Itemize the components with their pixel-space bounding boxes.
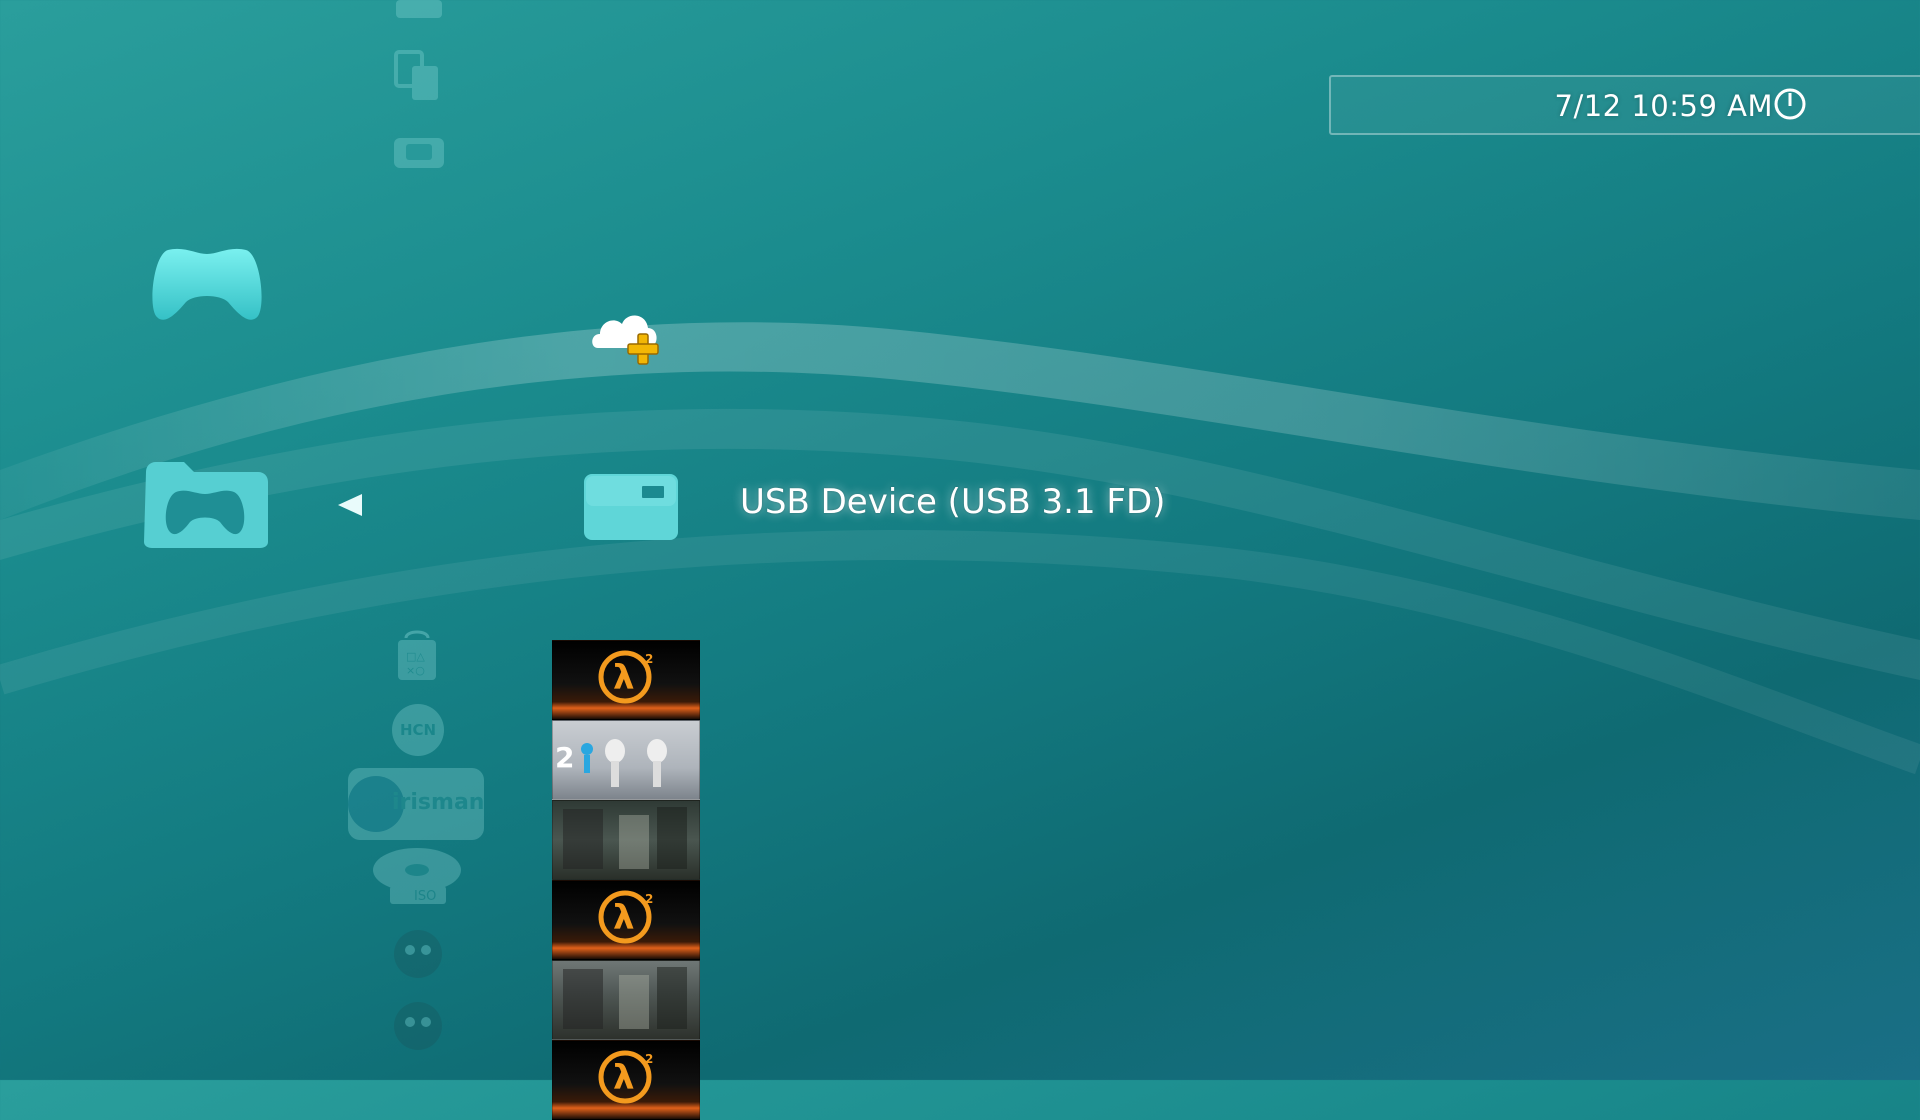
game-folder-icon[interactable] xyxy=(140,458,270,550)
xmb-screen: { "clock": { "datetime": "7/12 10:59 AM"… xyxy=(0,0,1920,1120)
game-thumbnail[interactable]: λ2 xyxy=(552,880,700,960)
ghost-face-icon xyxy=(394,930,442,978)
power-icon xyxy=(1774,88,1806,120)
usb-drive-icon[interactable] xyxy=(582,472,680,542)
svg-text:2: 2 xyxy=(645,1052,653,1066)
svg-text:2: 2 xyxy=(555,741,574,774)
iso-disc-icon: ISO xyxy=(373,848,461,904)
gamepad-icon[interactable] xyxy=(148,244,266,324)
game-thumbnail[interactable]: λ2 xyxy=(552,640,700,720)
half-life-lambda-icon: λ2 xyxy=(598,650,653,704)
hcn-icon: HCN xyxy=(392,704,444,756)
irismanager-text: irismanager xyxy=(392,790,484,815)
game-scene-icon xyxy=(563,967,687,1029)
faded-camera-icon xyxy=(394,138,444,168)
svg-text:2: 2 xyxy=(645,892,653,906)
game-thumbnail[interactable]: λ2 xyxy=(552,1040,700,1120)
svg-text:×○: ×○ xyxy=(406,664,425,677)
background-wave xyxy=(0,322,1920,775)
faded-copy-icon xyxy=(394,50,438,100)
game-thumbnail[interactable] xyxy=(552,800,700,880)
clock-datetime: 7/12 10:59 AM xyxy=(1554,89,1773,123)
svg-text:2: 2 xyxy=(645,652,653,666)
svg-text:□△: □△ xyxy=(406,650,425,663)
svg-text:λ: λ xyxy=(613,1058,635,1098)
svg-text:λ: λ xyxy=(613,898,635,938)
back-arrow-icon[interactable] xyxy=(336,492,364,518)
irismanager-icon: irismanager xyxy=(348,768,484,840)
game-thumbnail[interactable] xyxy=(552,960,700,1040)
ghost-face-icon xyxy=(394,1002,442,1050)
portal-robots-icon: 2 xyxy=(555,739,667,787)
selected-item-label[interactable]: USB Device (USB 3.1 FD) xyxy=(740,482,1165,522)
clock-bar: 7/12 10:59 AM xyxy=(1329,75,1920,135)
playstation-plus-cloud-icon[interactable] xyxy=(590,306,666,368)
half-life-lambda-icon: λ2 xyxy=(598,1050,653,1104)
half-life-lambda-icon: λ2 xyxy=(598,890,653,944)
game-scene-icon xyxy=(563,807,687,869)
iso-text: ISO xyxy=(414,889,436,904)
faded-top-icon xyxy=(396,0,442,18)
playstation-store-icon: □△ ×○ xyxy=(398,630,436,680)
game-thumbnail[interactable]: 2 xyxy=(552,720,700,800)
svg-text:λ: λ xyxy=(613,658,635,698)
